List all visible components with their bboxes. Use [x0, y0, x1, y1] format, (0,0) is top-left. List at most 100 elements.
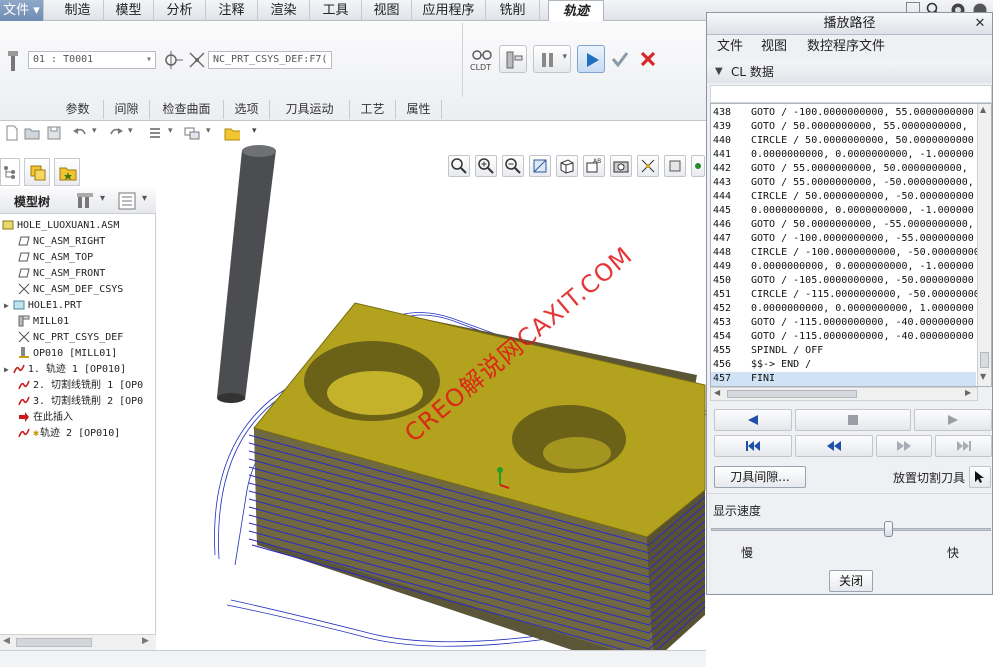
cl-row[interactable]: 445 0.0000000000, 0.0000000000, -1.000000 [711, 204, 976, 218]
scrollbar-thumb[interactable] [16, 638, 92, 647]
step-backward-button[interactable] [795, 435, 873, 457]
csys-combo[interactable]: NC_PRT_CSYS_DEF:F7( [208, 51, 332, 69]
tab-trajectory[interactable]: 轨迹 [548, 0, 604, 21]
chevron-down-icon[interactable]: ▾ [92, 126, 97, 136]
zoom-in-button[interactable] [475, 155, 497, 177]
group-clearance[interactable]: 间隙 [104, 100, 150, 119]
tab-model-tree[interactable] [0, 158, 20, 186]
forward-to-end-button[interactable] [935, 435, 992, 457]
dialog-menu-file[interactable]: 文件 [717, 35, 743, 59]
tree-item-prt-csys[interactable]: NC_PRT_CSYS_DEF [18, 330, 123, 346]
tab-view[interactable]: 视图 [362, 0, 412, 21]
tree-item-asm-csys[interactable]: NC_ASM_DEF_CSYS [18, 282, 123, 298]
cl-row[interactable]: 454 GOTO / -115.0000000000, -40.000000000 [711, 330, 976, 344]
cl-row[interactable]: 441 0.0000000000, 0.0000000000, -1.000000 [711, 148, 976, 162]
cldt-icon[interactable] [472, 47, 492, 63]
tool-clearance-button[interactable]: 刀具间隙... [714, 466, 806, 488]
cl-row[interactable]: 446 GOTO / 50.0000000000, -55.0000000000, [711, 218, 976, 232]
cl-vertical-scrollbar[interactable]: ▲ ▼ [977, 104, 991, 386]
cl-row[interactable]: 449 0.0000000000, 0.0000000000, -1.000000 [711, 260, 976, 274]
tree-item-asm-front[interactable]: NC_ASM_FRONT [18, 266, 105, 282]
close-icon[interactable]: ✕ [973, 13, 987, 35]
scroll-right-icon[interactable]: ▶ [965, 388, 971, 397]
cl-row[interactable]: 453 GOTO / -115.0000000000, -40.000000000 [711, 316, 976, 330]
place-cutter-button[interactable] [969, 466, 991, 488]
refit-button[interactable] [448, 155, 470, 177]
saved-views-button[interactable]: AB [583, 155, 605, 177]
expand-arrow-icon[interactable]: ▶ [4, 365, 9, 374]
folder-icon[interactable] [224, 125, 240, 141]
cl-row[interactable]: 438 GOTO / -100.0000000000, 55.0000000000 [711, 106, 976, 120]
scroll-right-icon[interactable]: ▶ [142, 636, 149, 646]
tree-item-insert-here[interactable]: 在此插入 [18, 410, 73, 426]
group-properties[interactable]: 属性 [396, 100, 442, 119]
redo-icon[interactable] [108, 125, 124, 141]
new-file-icon[interactable] [4, 125, 20, 141]
repaint-button[interactable] [529, 155, 551, 177]
scroll-left-icon[interactable]: ◀ [714, 388, 720, 397]
camera-button[interactable] [610, 155, 632, 177]
tree-settings-icon[interactable] [76, 191, 98, 211]
chevron-down-icon[interactable]: ▾ [100, 193, 105, 204]
group-options[interactable]: 选项 [224, 100, 270, 119]
annotation-display-button[interactable] [664, 155, 686, 177]
tab-favorites[interactable] [54, 158, 80, 186]
tree-item-seq-3[interactable]: 3. 切割线铣削 2 [OP0 [18, 394, 143, 410]
chevron-down-icon[interactable]: ▾ [128, 126, 133, 136]
tab-tools[interactable]: 工具 [310, 0, 362, 21]
tree-item-asm-right[interactable]: NC_ASM_RIGHT [18, 234, 105, 250]
cl-row[interactable]: 442 GOTO / 55.0000000000, 50.0000000000, [711, 162, 976, 176]
customize-toolbar-icon[interactable]: ▾ [252, 126, 257, 136]
tree-item-asm-top[interactable]: NC_ASM_TOP [18, 250, 93, 266]
cl-row[interactable]: 444 CIRCLE / 50.0000000000, -50.000000000 [711, 190, 976, 204]
expand-arrow-icon[interactable]: ▶ [4, 301, 9, 310]
scrollbar-thumb[interactable] [980, 352, 989, 368]
cl-row[interactable]: 457 FINI [711, 372, 976, 386]
cl-row[interactable]: 455 SPINDL / OFF [711, 344, 976, 358]
cl-horizontal-scrollbar[interactable]: ◀ ▶ [710, 387, 978, 401]
scrollbar-thumb[interactable] [727, 390, 857, 398]
cl-row[interactable]: 439 GOTO / 50.0000000000, 55.0000000000, [711, 120, 976, 134]
chevron-down-icon[interactable]: ▾ [142, 193, 147, 204]
tree-columns-icon[interactable] [118, 192, 136, 210]
tree-horizontal-scrollbar[interactable]: ◀ ▶ [0, 634, 156, 650]
display-style-button[interactable] [556, 155, 578, 177]
group-parameters[interactable]: 参数 [52, 100, 104, 119]
tab-milling[interactable]: 铣削 [486, 0, 540, 21]
cl-row[interactable]: 440 CIRCLE / 50.0000000000, 50.0000000000 [711, 134, 976, 148]
csys-select-icon[interactable] [162, 49, 184, 71]
cl-row[interactable]: 452 0.0000000000, 0.0000000000, 1.0000000 [711, 302, 976, 316]
play-forward-button[interactable] [914, 409, 992, 431]
step-forward-button[interactable] [876, 435, 932, 457]
check-icon[interactable] [610, 49, 630, 69]
tab-model[interactable]: 模型 [104, 0, 154, 21]
collapse-arrow-icon[interactable]: ▼ [715, 61, 723, 83]
scroll-left-icon[interactable]: ◀ [3, 636, 10, 646]
tool-icon[interactable] [6, 51, 20, 71]
cl-row[interactable]: 447 GOTO / -100.0000000000, -55.000000000 [711, 232, 976, 246]
file-menu[interactable]: 文件 ▾ [0, 0, 44, 21]
rewind-to-start-button[interactable] [714, 435, 792, 457]
tab-annotate[interactable]: 注释 [206, 0, 258, 21]
play-path-button[interactable] [577, 45, 605, 73]
tool-display-button[interactable] [499, 45, 527, 73]
tab-layers[interactable] [24, 158, 50, 186]
tree-item-seq-2[interactable]: 2. 切割线铣削 1 [OP0 [18, 378, 143, 394]
scroll-up-icon[interactable]: ▲ [980, 105, 986, 114]
cl-row[interactable]: 450 GOTO / -105.0000000000, -50.000000000 [711, 274, 976, 288]
tree-item-trajectory-2[interactable]: ✱轨迹 2 [OP010] [18, 426, 120, 442]
group-check-surfaces[interactable]: 检查曲面 [150, 100, 224, 119]
tab-render[interactable]: 渲染 [258, 0, 310, 21]
tab-applications[interactable]: 应用程序 [412, 0, 486, 21]
cl-row[interactable]: 448 CIRCLE / -100.0000000000, -50.0000000… [711, 246, 986, 260]
cl-row[interactable]: 443 GOTO / 55.0000000000, -50.0000000000, [711, 176, 976, 190]
group-process[interactable]: 工艺 [350, 100, 396, 119]
undo-icon[interactable] [72, 125, 88, 141]
pause-options-button[interactable]: ▾ [533, 45, 571, 73]
datum-display-button[interactable] [637, 155, 659, 177]
tool-combo[interactable]: 01 : T0001 ▾ [28, 51, 156, 69]
chevron-down-icon[interactable]: ▾ [206, 126, 211, 136]
slider-thumb[interactable] [884, 521, 893, 537]
tree-item-part[interactable]: ▶ HOLE1.PRT [4, 298, 82, 314]
tab-manufacture[interactable]: 制造 [52, 0, 104, 21]
